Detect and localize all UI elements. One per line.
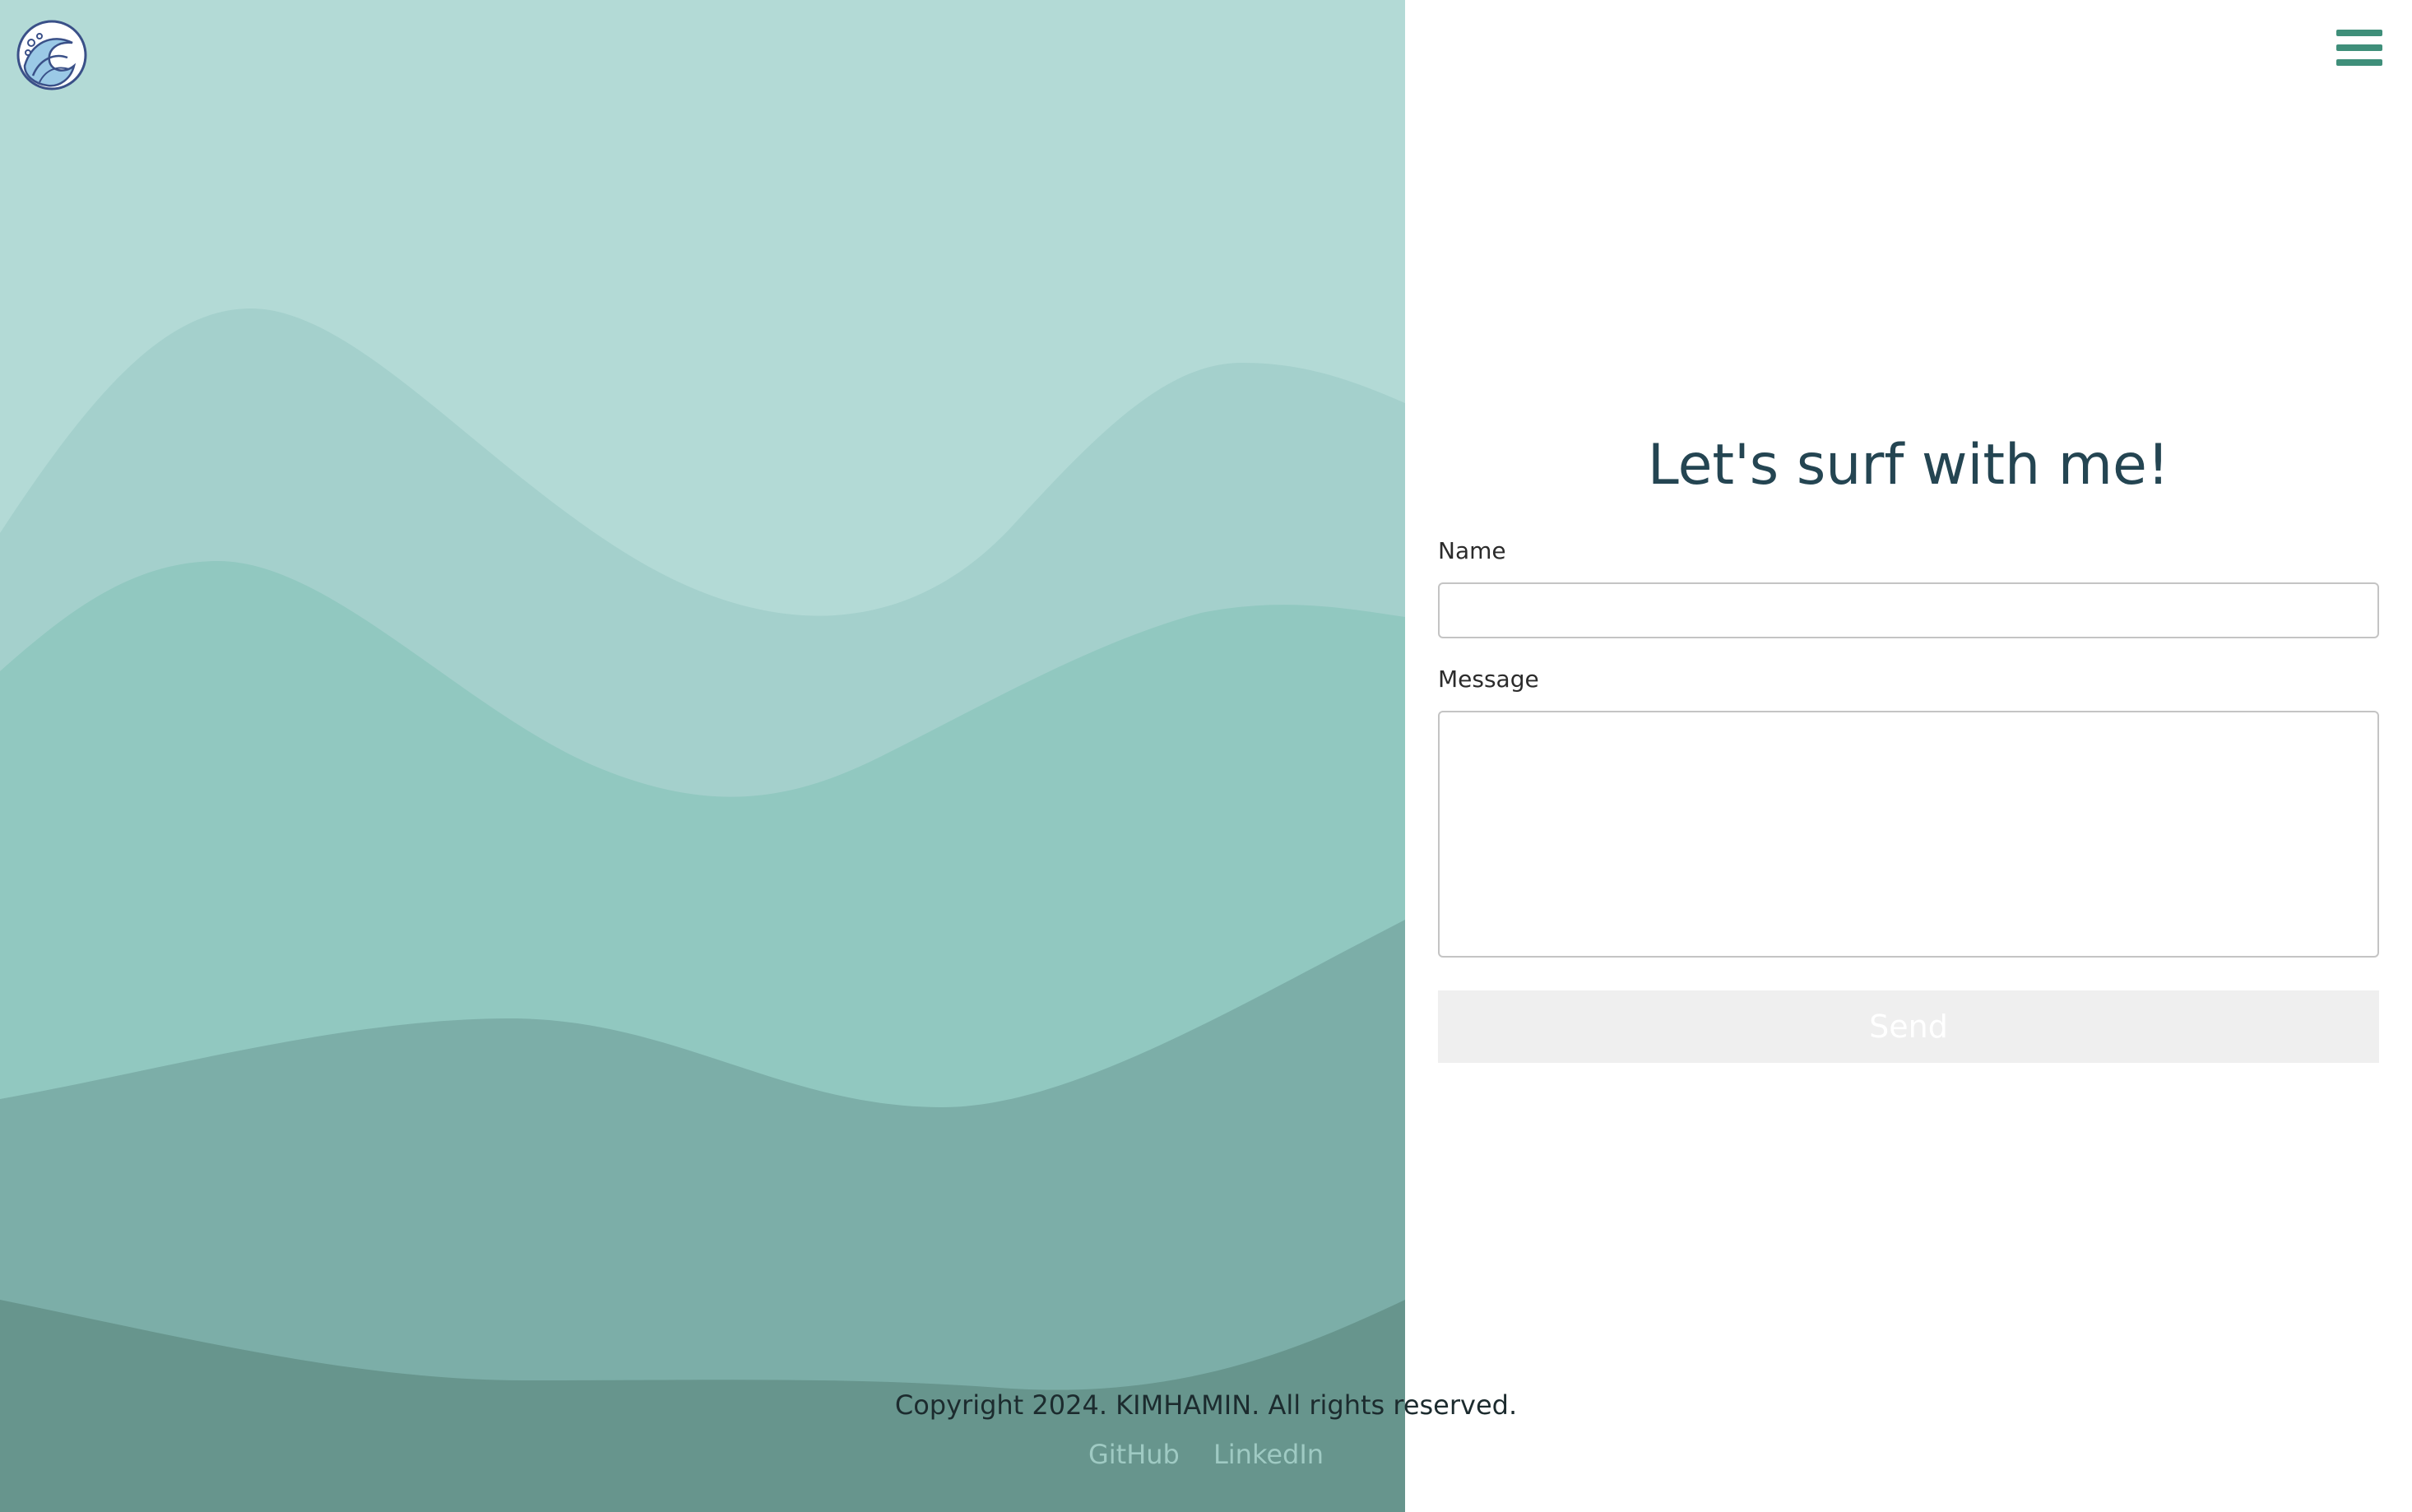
message-label: Message [1438,666,1539,693]
page-title: Let's surf with me! [1647,433,2170,498]
contact-form: Let's surf with me! Name Message Send [1438,411,2379,1063]
menu-bar-top [2336,30,2382,36]
waves-svg [0,0,1405,1512]
menu-bar-middle [2336,44,2382,51]
message-field[interactable] [1438,711,2379,958]
footer-links: GitHub LinkedIn [0,1431,2412,1482]
copyright-text: Copyright 2024. KIMHAMIN. All rights res… [894,1389,1518,1421]
name-label: Name [1438,537,1506,564]
send-button[interactable]: Send [1438,990,2379,1063]
name-field[interactable] [1438,582,2379,638]
footer: Copyright 2024. KIMHAMIN. All rights res… [0,1382,2412,1482]
linkedin-link[interactable]: LinkedIn [1213,1439,1324,1470]
contact-page: Let's surf with me! Name Message Send Co… [0,0,2412,1512]
waves-illustration [0,0,1405,1512]
github-link[interactable]: GitHub [1088,1439,1180,1470]
wave-logo-icon[interactable] [15,18,89,92]
hamburger-menu-icon[interactable] [2335,28,2384,67]
menu-bar-bottom [2336,59,2382,66]
